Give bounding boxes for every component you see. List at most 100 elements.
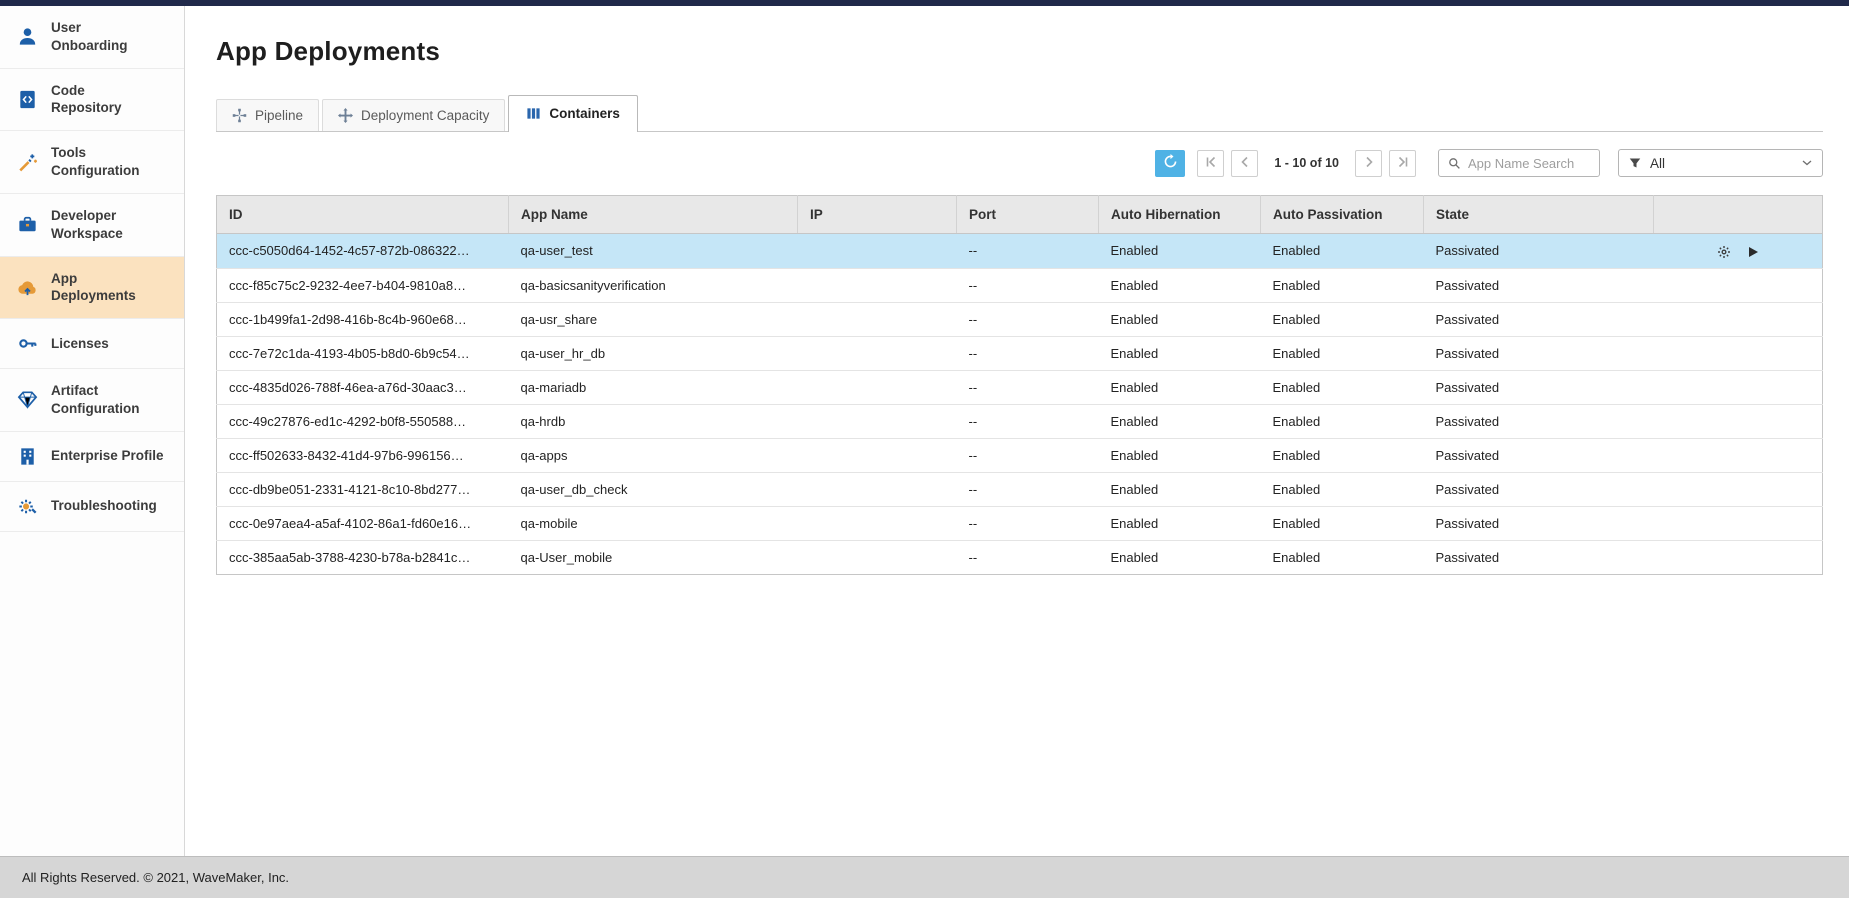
sidebar-item-user-onboarding[interactable]: User Onboarding — [0, 6, 184, 69]
table-toolbar: 1 - 10 of 10 All — [216, 149, 1823, 177]
cell-ip — [798, 540, 957, 574]
filter-selected-value: All — [1650, 156, 1665, 171]
page-title: App Deployments — [216, 36, 1823, 67]
pagination-status: 1 - 10 of 10 — [1274, 156, 1339, 170]
table-header-row: IDApp NameIPPortAuto HibernationAuto Pas… — [217, 196, 1823, 234]
cell-state: Passivated — [1424, 506, 1654, 540]
sidebar-item-licenses[interactable]: Licenses — [0, 319, 184, 369]
cell-auto-hibernation: Enabled — [1099, 336, 1261, 370]
table-row[interactable]: ccc-c5050d64-1452-4c57-872b-086322…qa-us… — [217, 234, 1823, 269]
state-filter-dropdown[interactable]: All — [1618, 149, 1823, 177]
cell-id: ccc-f85c75c2-9232-4ee7-b404-9810a8… — [217, 268, 509, 302]
table-row[interactable]: ccc-db9be051-2331-4121-8c10-8bd277…qa-us… — [217, 472, 1823, 506]
tools-wand-icon — [14, 151, 40, 174]
cell-port: -- — [957, 302, 1099, 336]
cell-ip — [798, 404, 957, 438]
cell-auto-passivation: Enabled — [1261, 438, 1424, 472]
cell-state: Passivated — [1424, 302, 1654, 336]
refresh-icon — [1163, 154, 1178, 172]
cell-auto-passivation: Enabled — [1261, 234, 1424, 269]
settings-gear-icon[interactable] — [1717, 245, 1731, 259]
sidebar-nav: User Onboarding Code Repository Tools Conf… — [0, 6, 184, 532]
refresh-button[interactable] — [1155, 150, 1185, 177]
prev-page-button[interactable] — [1231, 150, 1258, 177]
containers-table: IDApp NameIPPortAuto HibernationAuto Pas… — [216, 195, 1823, 575]
cell-ip — [798, 234, 957, 269]
cell-state: Passivated — [1424, 268, 1654, 302]
tab-label: Containers — [549, 106, 620, 121]
cell-ip — [798, 472, 957, 506]
app-name-search-input[interactable] — [1468, 156, 1590, 171]
table-row[interactable]: ccc-7e72c1da-4193-4b05-b8d0-6b9c54…qa-us… — [217, 336, 1823, 370]
cell-actions — [1654, 540, 1823, 574]
cell-id: ccc-49c27876-ed1c-4292-b0f8-550588… — [217, 404, 509, 438]
sidebar-item-developer-workspace[interactable]: Developer Workspace — [0, 194, 184, 257]
sidebar-item-label: Licenses — [51, 335, 109, 353]
cell-auto-passivation: Enabled — [1261, 336, 1424, 370]
cell-auto-passivation: Enabled — [1261, 540, 1424, 574]
cell-ip — [798, 370, 957, 404]
next-page-button[interactable] — [1355, 150, 1382, 177]
sidebar-item-enterprise-profile[interactable]: Enterprise Profile — [0, 432, 184, 482]
table-row[interactable]: ccc-1b499fa1-2d98-416b-8c4b-960e68…qa-us… — [217, 302, 1823, 336]
search-icon — [1448, 157, 1461, 170]
tab-pipeline[interactable]: Pipeline — [216, 99, 319, 131]
table-row[interactable]: ccc-f85c75c2-9232-4ee7-b404-9810a8…qa-ba… — [217, 268, 1823, 302]
cell-state: Passivated — [1424, 234, 1654, 269]
sidebar: User Onboarding Code Repository Tools Conf… — [0, 6, 185, 856]
cell-ip — [798, 438, 957, 472]
app-name-search-box — [1438, 149, 1600, 177]
table-row[interactable]: ccc-49c27876-ed1c-4292-b0f8-550588…qa-hr… — [217, 404, 1823, 438]
copyright-text: All Rights Reserved. © 2021, WaveMaker, … — [22, 870, 289, 885]
sidebar-item-artifact-configuration[interactable]: Artifact Configuration — [0, 369, 184, 432]
column-header-app-name: App Name — [509, 196, 798, 234]
capacity-icon — [338, 108, 353, 123]
column-header-auto-passivation: Auto Passivation — [1261, 196, 1424, 234]
start-play-icon[interactable] — [1747, 246, 1759, 258]
cell-auto-passivation: Enabled — [1261, 506, 1424, 540]
next-page-icon — [1363, 156, 1375, 171]
sidebar-item-app-deployments[interactable]: App Deployments — [0, 257, 184, 320]
cell-app-name: qa-basicsanityverification — [509, 268, 798, 302]
cell-auto-hibernation: Enabled — [1099, 404, 1261, 438]
cloud-upload-icon — [14, 276, 40, 299]
column-header-port: Port — [957, 196, 1099, 234]
column-header-ip: IP — [798, 196, 957, 234]
tab-label: Pipeline — [255, 108, 303, 123]
cell-port: -- — [957, 438, 1099, 472]
column-header-actions — [1654, 196, 1823, 234]
cell-auto-hibernation: Enabled — [1099, 472, 1261, 506]
cell-state: Passivated — [1424, 472, 1654, 506]
cell-id: ccc-ff502633-8432-41d4-97b6-996156… — [217, 438, 509, 472]
table-row[interactable]: ccc-ff502633-8432-41d4-97b6-996156…qa-ap… — [217, 438, 1823, 472]
table-row[interactable]: ccc-385aa5ab-3788-4230-b78a-b2841c…qa-Us… — [217, 540, 1823, 574]
pagination-controls: 1 - 10 of 10 — [1197, 150, 1416, 177]
sidebar-item-code-repository[interactable]: Code Repository — [0, 69, 184, 132]
cell-app-name: qa-user_db_check — [509, 472, 798, 506]
cell-auto-hibernation: Enabled — [1099, 506, 1261, 540]
first-page-button[interactable] — [1197, 150, 1224, 177]
cell-id: ccc-4835d026-788f-46ea-a76d-30aac3… — [217, 370, 509, 404]
cell-actions — [1654, 268, 1823, 302]
cell-state: Passivated — [1424, 438, 1654, 472]
cell-auto-hibernation: Enabled — [1099, 302, 1261, 336]
sidebar-item-label: Tools Configuration — [51, 144, 139, 180]
table-row[interactable]: ccc-4835d026-788f-46ea-a76d-30aac3…qa-ma… — [217, 370, 1823, 404]
filter-selection: All — [1629, 156, 1665, 171]
diamond-icon — [14, 388, 40, 411]
filter-icon — [1629, 157, 1641, 169]
cell-app-name: qa-user_test — [509, 234, 798, 269]
table-row[interactable]: ccc-0e97aea4-a5af-4102-86a1-fd60e16…qa-m… — [217, 506, 1823, 540]
sidebar-item-troubleshooting[interactable]: Troubleshooting — [0, 482, 184, 532]
sidebar-item-tools-configuration[interactable]: Tools Configuration — [0, 131, 184, 194]
cell-app-name: qa-user_hr_db — [509, 336, 798, 370]
cell-state: Passivated — [1424, 336, 1654, 370]
cell-port: -- — [957, 234, 1099, 269]
sidebar-item-label: Troubleshooting — [51, 497, 157, 515]
cell-port: -- — [957, 472, 1099, 506]
sidebar-item-label: Code Repository — [51, 82, 122, 118]
column-header-state: State — [1424, 196, 1654, 234]
tab-containers[interactable]: Containers — [508, 95, 638, 132]
last-page-button[interactable] — [1389, 150, 1416, 177]
tab-deployment-capacity[interactable]: Deployment Capacity — [322, 99, 505, 131]
